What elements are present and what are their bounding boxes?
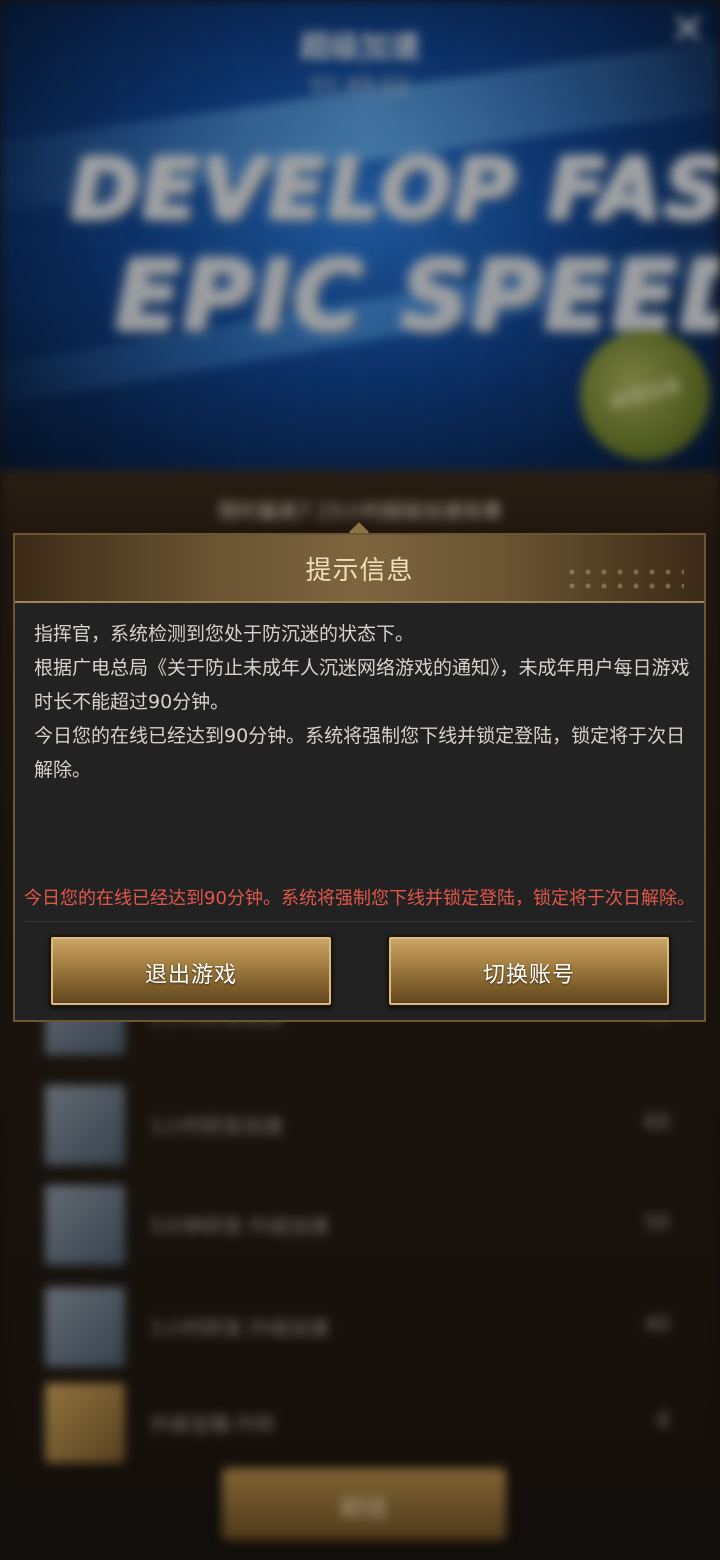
dialog-header: 提示信息 (15, 535, 704, 603)
exit-game-label: 退出游戏 (144, 963, 237, 988)
exit-game-button[interactable]: 退出游戏 (49, 935, 333, 1007)
warning-text: 今日您的在线已经达到90分钟。系统将强制您下线并锁定登陆，锁定将于次日解除。 (24, 888, 695, 909)
anti-addiction-dialog: 提示信息 指挥官，系统检测到您处于防沉迷的状态下。 根据广电总局《关于防止未成年… (13, 533, 706, 1022)
message-paragraph: 根据广电总局《关于防止未成年人沉迷网络游戏的通知》，未成年用户每日游戏时长不能超… (34, 657, 690, 713)
dialog-title: 提示信息 (305, 556, 414, 586)
message-paragraph: 指挥官，系统检测到您处于防沉迷的状态下。 (34, 623, 415, 645)
divider (25, 921, 694, 922)
message-paragraph: 今日您的在线已经达到90分钟。系统将强制您下线并锁定登陆，锁定将于次日解除。 (34, 725, 686, 781)
dialog-message: 指挥官，系统检测到您处于防沉迷的状态下。 根据广电总局《关于防止未成年人沉迷网络… (34, 617, 690, 787)
switch-account-button[interactable]: 切换账号 (387, 935, 671, 1007)
switch-account-label: 切换账号 (482, 963, 575, 988)
